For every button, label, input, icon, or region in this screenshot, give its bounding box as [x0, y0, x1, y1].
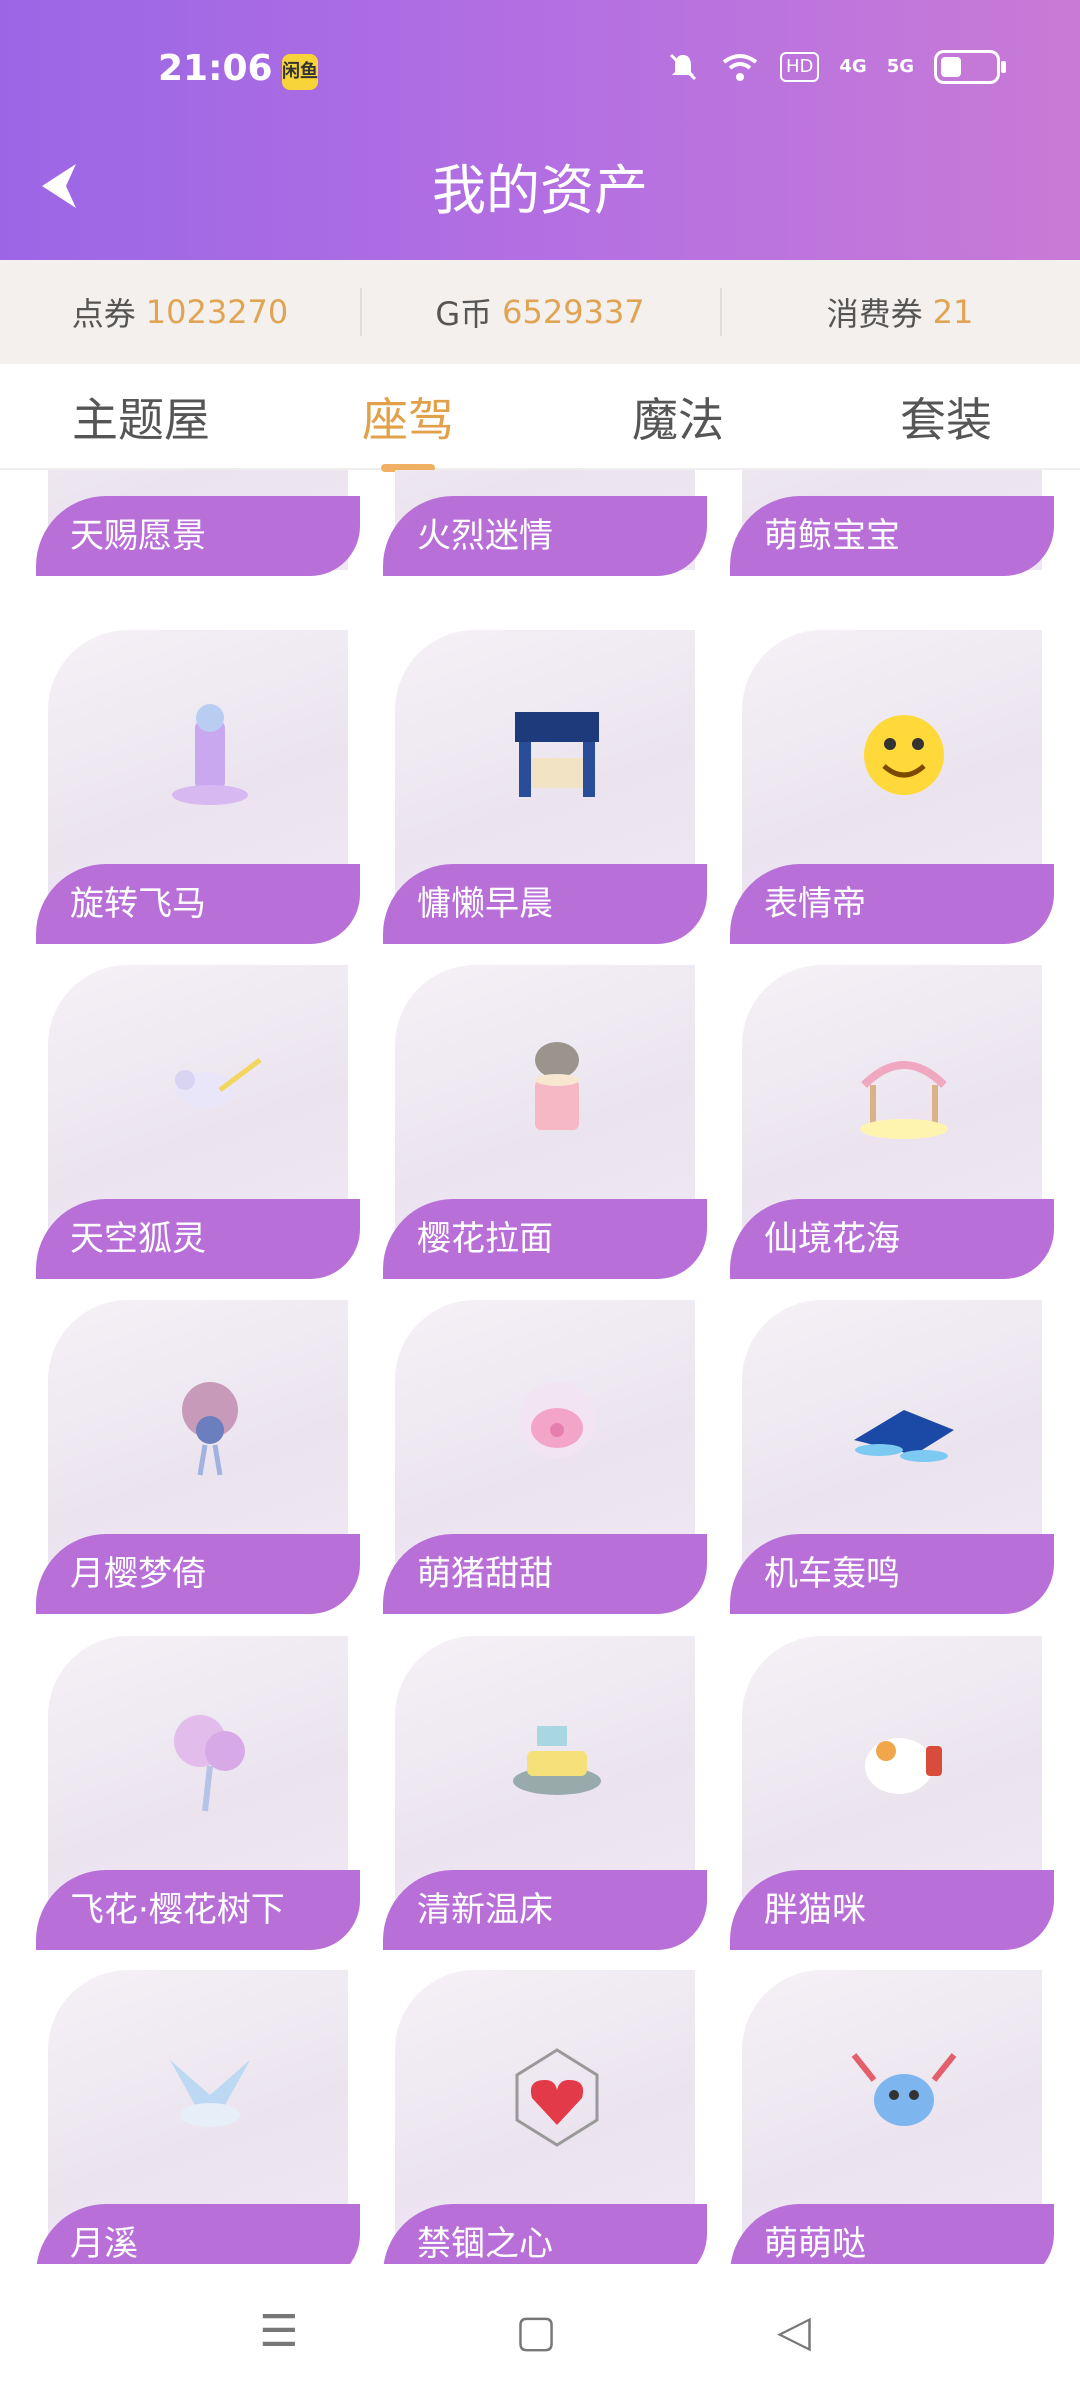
item-card[interactable]: 萌萌哒 — [730, 1970, 1054, 2264]
item-card[interactable]: 天赐愿景 — [36, 470, 360, 580]
item-name: 萌猪甜甜 — [383, 1534, 707, 1614]
5g-signal-icon: 5G — [886, 56, 914, 77]
item-card[interactable]: 火烈迷情 — [383, 470, 707, 580]
noodle-cup-icon — [535, 1042, 579, 1130]
flower-swing-icon — [860, 1061, 948, 1139]
item-card[interactable]: 天空狐灵 — [36, 965, 360, 1279]
item-card[interactable]: 月樱梦倚 — [36, 1300, 360, 1614]
asset-coupon: 消费券 21 — [720, 260, 1080, 364]
item-name: 月樱梦倚 — [36, 1534, 360, 1614]
item-name: 仙境花海 — [730, 1199, 1054, 1279]
item-card[interactable]: 清新温床 — [383, 1636, 707, 1950]
caged-heart-icon — [515, 2048, 599, 2147]
item-image — [48, 1300, 348, 1570]
item-card[interactable]: 月溪 — [36, 1970, 360, 2264]
item-name: 表情帝 — [730, 864, 1054, 944]
item-name: 飞花·樱花树下 — [36, 1870, 360, 1950]
status-bar: 21:06 闲鱼 HD 4G 5G — [0, 0, 1080, 140]
asset-value: 21 — [932, 293, 974, 331]
category-tabs: 主题屋 座驾 魔法 套装 — [0, 364, 1080, 472]
wifi-icon — [720, 50, 760, 84]
item-image — [48, 630, 348, 900]
home-square-icon[interactable]: ▢ — [512, 2308, 560, 2356]
sakura-moon-icon — [182, 1382, 238, 1476]
status-time: 21:06 — [158, 48, 273, 89]
tab-theme-house[interactable]: 主题屋 — [72, 384, 210, 450]
item-name: 萌鲸宝宝 — [730, 496, 1054, 576]
asset-label: 消费券 — [826, 295, 923, 333]
asset-gcoin: G币 6529337 — [360, 260, 720, 364]
fat-cat-icon — [865, 1738, 942, 1794]
item-image — [395, 965, 695, 1235]
item-name: 清新温床 — [383, 1870, 707, 1950]
asset-label: 点券 — [71, 295, 136, 333]
carousel-icon — [172, 704, 248, 805]
item-name: 天空狐灵 — [36, 1199, 360, 1279]
item-image — [395, 1970, 695, 2240]
item-card[interactable]: 樱花拉面 — [383, 965, 707, 1279]
app-notification-badge: 闲鱼 — [282, 54, 318, 90]
tab-outfit[interactable]: 套装 — [900, 384, 992, 450]
bed-canopy-icon — [515, 712, 599, 797]
fox-icon — [175, 1058, 262, 1108]
tab-vehicle[interactable]: 座驾 — [362, 384, 454, 472]
item-name: 萌萌哒 — [730, 2204, 1054, 2264]
item-image — [742, 1300, 1042, 1570]
item-image — [395, 1300, 695, 1570]
item-name: 月溪 — [36, 2204, 360, 2264]
battery-icon — [934, 50, 1006, 84]
asset-value: 1023270 — [145, 293, 289, 331]
page-title: 我的资产 — [432, 159, 648, 222]
item-card[interactable]: 表情帝 — [730, 630, 1054, 944]
item-image — [48, 1970, 348, 2240]
item-card[interactable]: 胖猫咪 — [730, 1636, 1054, 1950]
item-name: 机车轰鸣 — [730, 1534, 1054, 1614]
item-card[interactable]: 飞花·樱花树下 — [36, 1636, 360, 1950]
item-grid: 天赐愿景 火烈迷情 萌鲸宝宝 旋转飞马 慵懒早晨 表情帝 天空狐灵 樱花拉面 仙… — [0, 470, 1080, 2264]
item-image — [395, 630, 695, 900]
asset-summary: 点券 1023270 G币 6529337 消费券 21 — [0, 260, 1080, 364]
back-triangle-icon[interactable]: ◁ — [770, 2308, 818, 2356]
status-icons: HD 4G 5G — [666, 50, 1006, 84]
item-name: 旋转飞马 — [36, 864, 360, 944]
item-card[interactable]: 机车轰鸣 — [730, 1300, 1054, 1614]
fresh-bed-icon — [513, 1726, 601, 1795]
tab-magic[interactable]: 魔法 — [632, 384, 724, 450]
asset-value: 6529337 — [502, 293, 645, 331]
silent-icon — [666, 50, 700, 84]
item-image — [742, 1636, 1042, 1906]
item-image — [742, 1970, 1042, 2240]
item-name: 胖猫咪 — [730, 1870, 1054, 1950]
item-name: 慵懒早晨 — [383, 864, 707, 944]
item-image — [48, 965, 348, 1235]
item-card[interactable]: 旋转飞马 — [36, 630, 360, 944]
asset-points: 点券 1023270 — [0, 260, 360, 364]
system-nav-bar: ☰ ▢ ◁ — [0, 2264, 1080, 2400]
item-image — [395, 1636, 695, 1906]
cute-dragon-icon — [851, 2053, 957, 2126]
item-card[interactable]: 仙境花海 — [730, 965, 1054, 1279]
item-image — [742, 630, 1042, 900]
piggy-bubble-icon — [519, 1382, 595, 1458]
hd-icon: HD — [779, 52, 820, 82]
item-name: 火烈迷情 — [383, 496, 707, 576]
item-card[interactable]: 萌鲸宝宝 — [730, 470, 1054, 580]
item-card[interactable]: 禁锢之心 — [383, 1970, 707, 2264]
smiley-icon — [864, 715, 944, 795]
item-name: 樱花拉面 — [383, 1199, 707, 1279]
motorcycle-icon — [854, 1410, 954, 1462]
item-card[interactable]: 慵懒早晨 — [383, 630, 707, 944]
item-card[interactable]: 萌猪甜甜 — [383, 1300, 707, 1614]
winged-deer-icon — [170, 2060, 250, 2127]
sakura-tree-icon — [174, 1715, 245, 1812]
item-name: 天赐愿景 — [36, 496, 360, 576]
item-image — [48, 1636, 348, 1906]
menu-icon[interactable]: ☰ — [255, 2308, 303, 2356]
item-image — [742, 965, 1042, 1235]
4g-signal-icon: 4G — [839, 56, 867, 77]
tab-label: 座驾 — [362, 393, 454, 447]
item-name: 禁锢之心 — [383, 2204, 707, 2264]
asset-label: G币 — [435, 295, 493, 333]
